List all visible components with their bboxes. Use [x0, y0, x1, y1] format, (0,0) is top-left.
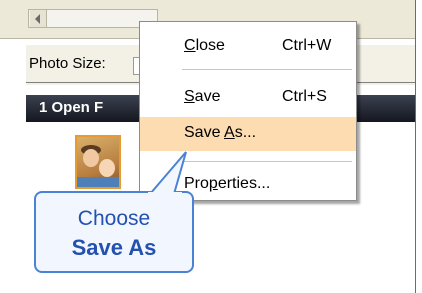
label-part: lose [195, 37, 225, 54]
scroll-left-button[interactable] [30, 10, 47, 27]
photo-size-label: Photo Size: [29, 55, 106, 72]
callout-text: Choose [77, 207, 151, 230]
open-files-title: 1 Open F [39, 99, 104, 116]
label-part: ave [194, 88, 221, 105]
label-part: Save [184, 124, 225, 141]
menu-item-label: Save As... [184, 124, 256, 142]
menu-separator [182, 69, 352, 70]
thumbnail-face [83, 149, 99, 167]
callout-emphasis: Save As [71, 235, 157, 260]
menu-item-save[interactable]: Save Ctrl+S [140, 83, 356, 113]
menu-item-shortcut: Ctrl+W [282, 37, 332, 54]
label-part: s... [234, 124, 257, 141]
label-mnemonic: A [224, 124, 235, 141]
label-part: erties... [217, 175, 271, 192]
window-edge [416, 0, 422, 293]
photo-thumbnail[interactable] [75, 135, 121, 189]
thumbnail-shirt [77, 177, 119, 187]
thumbnail-face [99, 159, 115, 177]
label-mnemonic: S [184, 88, 195, 105]
menu-item-label: Save [184, 88, 220, 106]
label-mnemonic: C [184, 37, 196, 54]
menu-item-label: Close [184, 37, 225, 55]
menu-item-close[interactable]: Close Ctrl+W [140, 32, 356, 62]
label-mnemonic: p [208, 175, 218, 192]
callout-pointer [148, 151, 187, 196]
menu-item-save-as[interactable]: Save As... [140, 117, 356, 151]
arrow-left-icon [35, 14, 40, 24]
menu-item-shortcut: Ctrl+S [282, 88, 327, 105]
